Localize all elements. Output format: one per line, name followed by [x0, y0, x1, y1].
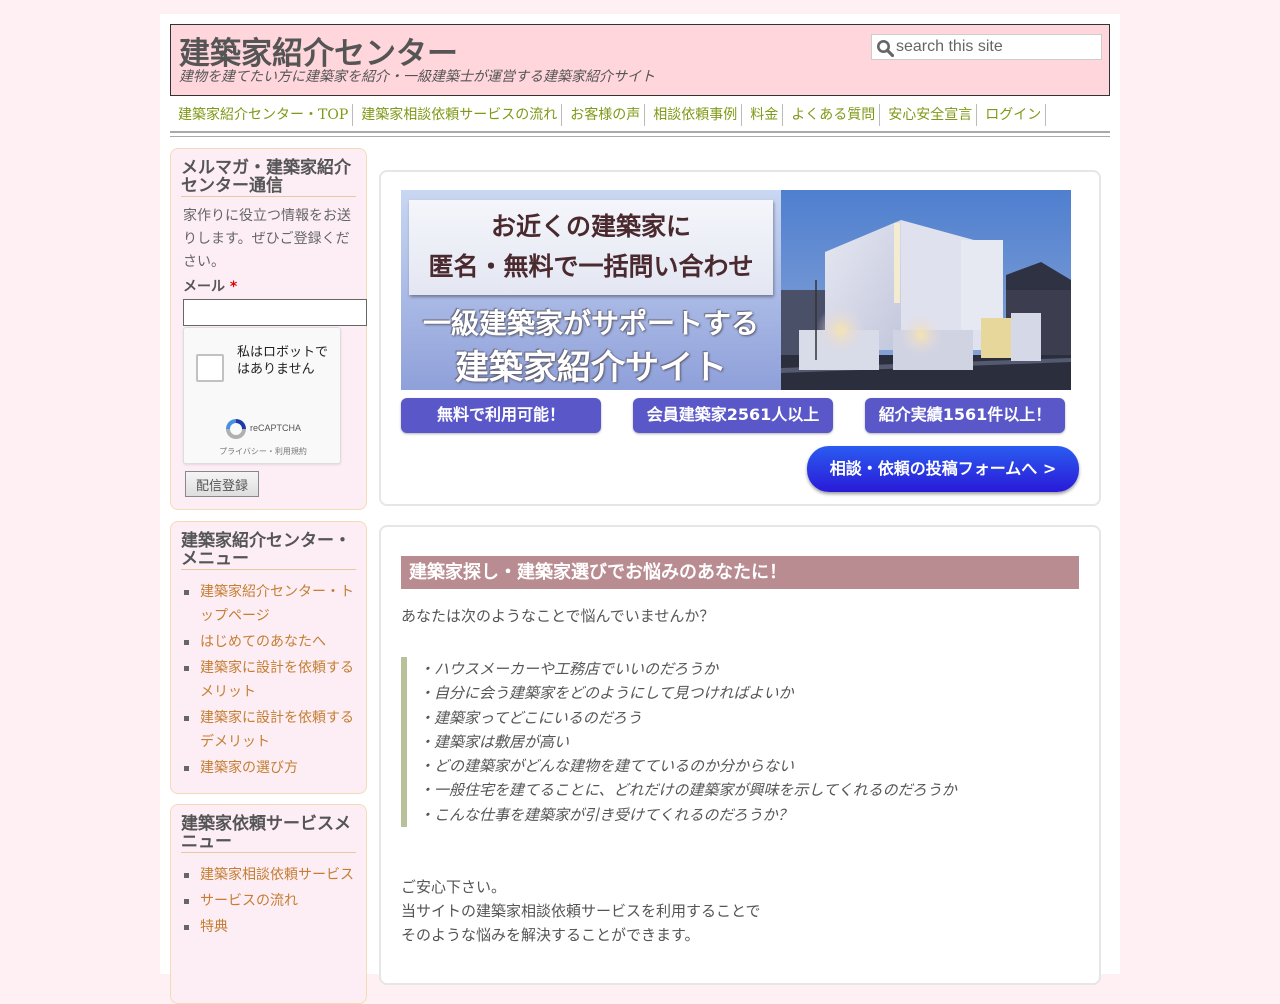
center-menu-list: 建築家紹介センター・トップページ はじめてのあなたへ 建築家に設計を依頼するメリ…	[181, 580, 354, 780]
service-menu-list: 建築家相談依頼サービス サービスの流れ 特典	[181, 863, 354, 939]
hero-banner[interactable]: お近くの建築家に 匿名・無料で一括問い合わせ 一級建築家がサポートする 建築家紹…	[401, 190, 1071, 390]
hero-section: お近くの建築家に 匿名・無料で一括問い合わせ 一級建築家がサポートする 建築家紹…	[379, 170, 1101, 506]
closing-line: ご安心下さい。	[401, 878, 507, 896]
email-label-text: メール	[183, 279, 225, 295]
center-menu-link-first-time[interactable]: はじめてのあなたへ	[200, 634, 326, 650]
recaptcha-brand: reCAPTCHA	[250, 423, 302, 433]
banner-line-1: お近くの建築家に	[490, 212, 691, 241]
site-header: 建築家紹介センター 建物を建てたい方に建築家を紹介・一級建築士が運営する建築家紹…	[170, 24, 1110, 96]
newsletter-widget: メルマガ・建築家紹介センター通信 家作りに役立つ情報をお送りします。ぜひご登録く…	[170, 148, 367, 510]
email-field[interactable]	[183, 299, 367, 326]
widget-title: 建築家紹介センター・メニュー	[181, 532, 356, 570]
list-item: サービスの流れ	[181, 889, 354, 913]
badge-free: 無料で利用可能！	[401, 398, 601, 433]
widget-title: メルマガ・建築家紹介センター通信	[181, 159, 356, 197]
list-item: 建築家に設計を依頼するデメリット	[181, 706, 354, 754]
search-box[interactable]	[871, 34, 1102, 60]
closing-line: そのような悩みを解決することができます。	[401, 926, 700, 944]
center-menu-link-how-to-choose[interactable]: 建築家の選び方	[200, 760, 298, 776]
badge-referral-count: 紹介実績1561件以上！	[865, 398, 1065, 433]
nav-item-top[interactable]: 建築家紹介センター・TOP	[170, 104, 354, 126]
recaptcha-widget: 私はロボットではありません reCAPTCHA プライバシー・利用規約	[183, 327, 341, 464]
nav-item-testimonials[interactable]: お客様の声	[562, 104, 646, 126]
consultation-form-button[interactable]: 相談・依頼の投稿フォームへ >	[807, 446, 1079, 492]
nav-item-pricing[interactable]: 料金	[742, 104, 784, 126]
banner-card: お近くの建築家に 匿名・無料で一括問い合わせ	[409, 200, 773, 295]
main-nav: 建築家紹介センター・TOP 建築家相談依頼サービスの流れ お客様の声 相談依頼事…	[170, 104, 1110, 130]
list-item: 特典	[181, 915, 354, 939]
banner-line-3: 一級建築家がサポートする	[422, 307, 759, 340]
list-item: 建築家紹介センター・トップページ	[181, 580, 354, 628]
main-content: 建築家探し・建築家選びでお悩みのあなたに！ あなたは次のようなことで悩んでいませ…	[379, 525, 1101, 985]
center-menu-widget: 建築家紹介センター・メニュー 建築家紹介センター・トップページ はじめてのあなた…	[170, 521, 367, 794]
search-icon[interactable]	[876, 39, 894, 57]
banner-text-panel: お近くの建築家に 匿名・無料で一括問い合わせ 一級建築家がサポートする 建築家紹…	[401, 190, 781, 390]
search-input[interactable]	[896, 37, 1096, 57]
worry-item: ・こんな仕事を建築家が引き受けてくれるのだろうか？	[419, 805, 793, 824]
house-photo	[781, 190, 1071, 390]
center-menu-link-demerits[interactable]: 建築家に設計を依頼するデメリット	[200, 710, 354, 750]
recaptcha-terms-link[interactable]: プライバシー・利用規約	[184, 446, 342, 457]
closing-paragraph: ご安心下さい。 当サイトの建築家相談依頼サービスを利用することで そのような悩み…	[401, 875, 761, 947]
service-menu-link-service[interactable]: 建築家相談依頼サービス	[200, 867, 354, 883]
center-menu-link-merits[interactable]: 建築家に設計を依頼するメリット	[200, 660, 354, 700]
worry-item: ・建築家ってどこにいるのだろう	[419, 708, 642, 727]
list-item: はじめてのあなたへ	[181, 630, 354, 654]
list-item: 建築家相談依頼サービス	[181, 863, 354, 887]
subscribe-button[interactable]: 配信登録	[185, 471, 259, 497]
worry-item: ・ハウスメーカーや工務店でいいのだろうか	[419, 660, 719, 678]
worry-item: ・どの建築家がどんな建物を建てているのか分からない	[419, 757, 795, 776]
nav-item-service-flow[interactable]: 建築家相談依頼サービスの流れ	[353, 104, 563, 126]
email-label: メール *	[183, 276, 354, 296]
closing-line: 当サイトの建築家相談依頼サービスを利用することで	[401, 902, 761, 920]
recaptcha-checkbox[interactable]	[196, 354, 224, 382]
center-menu-link-top[interactable]: 建築家紹介センター・トップページ	[200, 584, 354, 624]
banner-line-2: 匿名・無料で一括問い合わせ	[428, 252, 754, 281]
banner-line-4: 建築家紹介サイト	[455, 348, 727, 388]
nav-item-case-studies[interactable]: 相談依頼事例	[645, 104, 743, 126]
worries-blockquote: ・ハウスメーカーや工務店でいいのだろうか ・自分に会う建築家をどのようにして見つ…	[401, 657, 957, 828]
newsletter-description: 家作りに役立つ情報をお送りします。ぜひご登録ください。	[183, 208, 351, 270]
intro-text: あなたは次のようなことで悩んでいませんか？	[401, 607, 715, 625]
recaptcha-logo-icon	[226, 419, 246, 439]
badge-member-count: 会員建築家2561人以上	[633, 398, 833, 433]
nav-item-login[interactable]: ログイン	[977, 104, 1047, 126]
page-container: 建築家紹介センター 建物を建てたい方に建築家を紹介・一級建築士が運営する建築家紹…	[160, 14, 1120, 1004]
worry-item: ・建築家は敷居が高い	[419, 732, 570, 751]
list-item: 建築家に設計を依頼するメリット	[181, 656, 354, 704]
section-heading: 建築家探し・建築家選びでお悩みのあなたに！	[401, 556, 1079, 589]
list-item: 建築家の選び方	[181, 756, 354, 780]
required-mark: *	[229, 279, 238, 295]
nav-item-faq[interactable]: よくある質問	[783, 104, 881, 126]
recaptcha-label: 私はロボットではありません	[237, 345, 329, 377]
worry-item: ・自分に会う建築家をどのようにして見つければよいか	[419, 684, 794, 703]
service-menu-widget: 建築家依頼サービスメニュー 建築家相談依頼サービス サービスの流れ 特典	[170, 804, 367, 1004]
nav-divider	[170, 131, 1110, 137]
nav-item-safety[interactable]: 安心安全宣言	[880, 104, 978, 126]
widget-title: 建築家依頼サービスメニュー	[181, 815, 356, 853]
service-menu-link-benefits[interactable]: 特典	[200, 919, 228, 935]
worry-item: ・一般住宅を建てることに、どれだけの建築家が興味を示してくれるのだろうか	[419, 781, 957, 800]
service-menu-link-flow[interactable]: サービスの流れ	[200, 893, 298, 909]
site-tagline: 建物を建てたい方に建築家を紹介・一級建築士が運営する建築家紹介サイト	[179, 69, 655, 85]
